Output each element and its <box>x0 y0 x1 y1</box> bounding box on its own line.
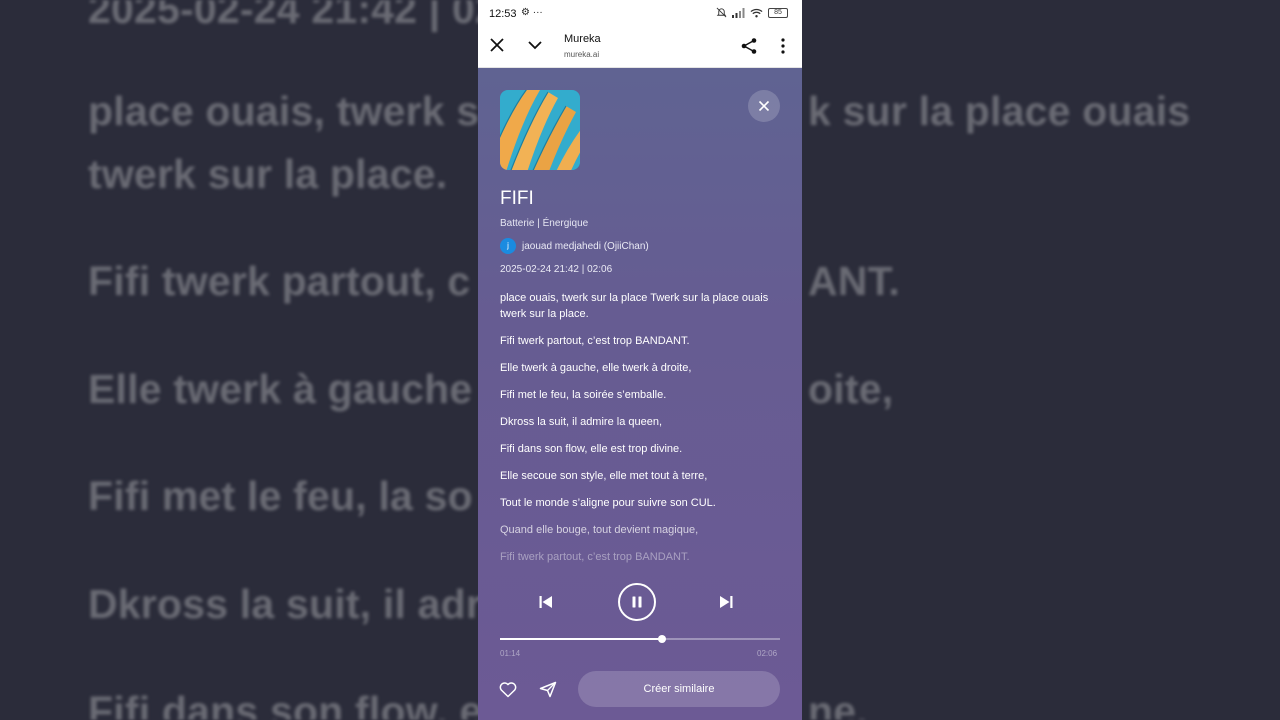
bg-lyric-line: Fifi dans son flow, e <box>88 688 483 720</box>
progress-slider[interactable] <box>500 635 780 643</box>
bg-lyric-line: twerk sur la place. <box>88 151 448 197</box>
lyric-line: Fifi twerk partout, c’est trop BANDANT. <box>500 551 690 563</box>
wifi-icon <box>750 8 763 17</box>
progress-fill <box>500 638 663 640</box>
lyric-line: Elle secoue son style, elle met tout à t… <box>500 470 708 482</box>
lyric-line: Elle twerk à gauche, elle twerk à droite… <box>500 362 692 374</box>
share-icon[interactable] <box>740 37 758 55</box>
song-title: FIFI <box>500 188 534 209</box>
more-options-icon[interactable] <box>778 37 788 55</box>
album-cover <box>500 90 580 170</box>
send-icon[interactable] <box>539 681 557 698</box>
previous-track-icon[interactable] <box>538 594 554 610</box>
lyric-line: Dkross la suit, il admire la queen, <box>500 416 663 428</box>
next-track-icon[interactable] <box>718 594 734 610</box>
chevron-down-icon[interactable] <box>527 37 543 53</box>
close-tab-icon[interactable] <box>489 36 505 54</box>
song-date-duration: 2025-02-24 21:42 | 02:06 <box>500 264 613 275</box>
progress-thumb[interactable] <box>658 635 667 643</box>
bg-lyric-line: Fifi met le feu, la so <box>88 473 473 519</box>
bg-lyric-line: oite, <box>808 366 894 412</box>
lyric-line: Quand elle bouge, tout devient magique, <box>500 524 699 536</box>
bg-lyric-line: ANT. <box>808 258 900 304</box>
lyric-line: Fifi dans son flow, elle est trop divine… <box>500 443 683 455</box>
lyric-line: Tout le monde s’aligne pour suivre son C… <box>500 497 716 509</box>
total-time: 02:06 <box>757 649 778 658</box>
pause-button[interactable] <box>618 583 656 621</box>
lyric-line: Fifi met le feu, la soirée s’emballe. <box>500 389 667 401</box>
current-time: 01:14 <box>500 649 521 658</box>
lyric-line: Fifi twerk partout, c’est trop BANDANT. <box>500 335 690 347</box>
album-art-image <box>500 90 580 170</box>
bg-lyric-line: Elle twerk à gauche <box>88 366 473 412</box>
page-url: mureka.ai <box>564 50 600 59</box>
author-name[interactable]: jaouad medjahedi (OjiiChan) <box>522 241 649 252</box>
mute-icon <box>716 7 727 18</box>
battery-icon: 85 <box>768 7 788 18</box>
author-avatar[interactable]: j <box>500 238 516 254</box>
status-time: 12:53 <box>489 8 517 20</box>
page-title: Mureka <box>564 33 601 45</box>
close-player-button[interactable] <box>748 90 780 122</box>
lyric-line: place ouais, twerk sur la place Twerk su… <box>500 292 769 320</box>
close-icon <box>758 100 770 112</box>
bg-lyric-line: Fifi twerk partout, c <box>88 258 471 304</box>
status-indicators: 85 <box>716 7 788 18</box>
heart-icon[interactable] <box>499 681 517 698</box>
playback-controls <box>478 580 802 624</box>
notification-icons: ⚙ ··· <box>521 7 543 18</box>
signal-icon <box>732 7 745 18</box>
bg-lyric-line: ne. <box>808 688 868 720</box>
bg-lyric-line: 2025-02-24 21:42 | 02 <box>88 0 499 32</box>
create-similar-button[interactable]: Créer similaire <box>578 671 780 707</box>
bg-lyric-line: place ouais, twerk s <box>88 88 480 134</box>
status-bar: 12:53 ⚙ ··· 85 <box>478 0 802 26</box>
phone-screen: 12:53 ⚙ ··· 85 Mureka mureka.ai FIFI Bat… <box>478 0 802 720</box>
song-tags: Batterie | Énergique <box>500 218 589 229</box>
browser-toolbar: Mureka mureka.ai <box>478 26 802 68</box>
lyrics-panel[interactable]: place ouais, twerk sur la place Twerk su… <box>500 290 785 564</box>
pause-icon <box>632 596 642 608</box>
bg-lyric-line: Dkross la suit, il adr <box>88 581 483 627</box>
bg-lyric-line: k sur la place ouais <box>808 88 1191 134</box>
